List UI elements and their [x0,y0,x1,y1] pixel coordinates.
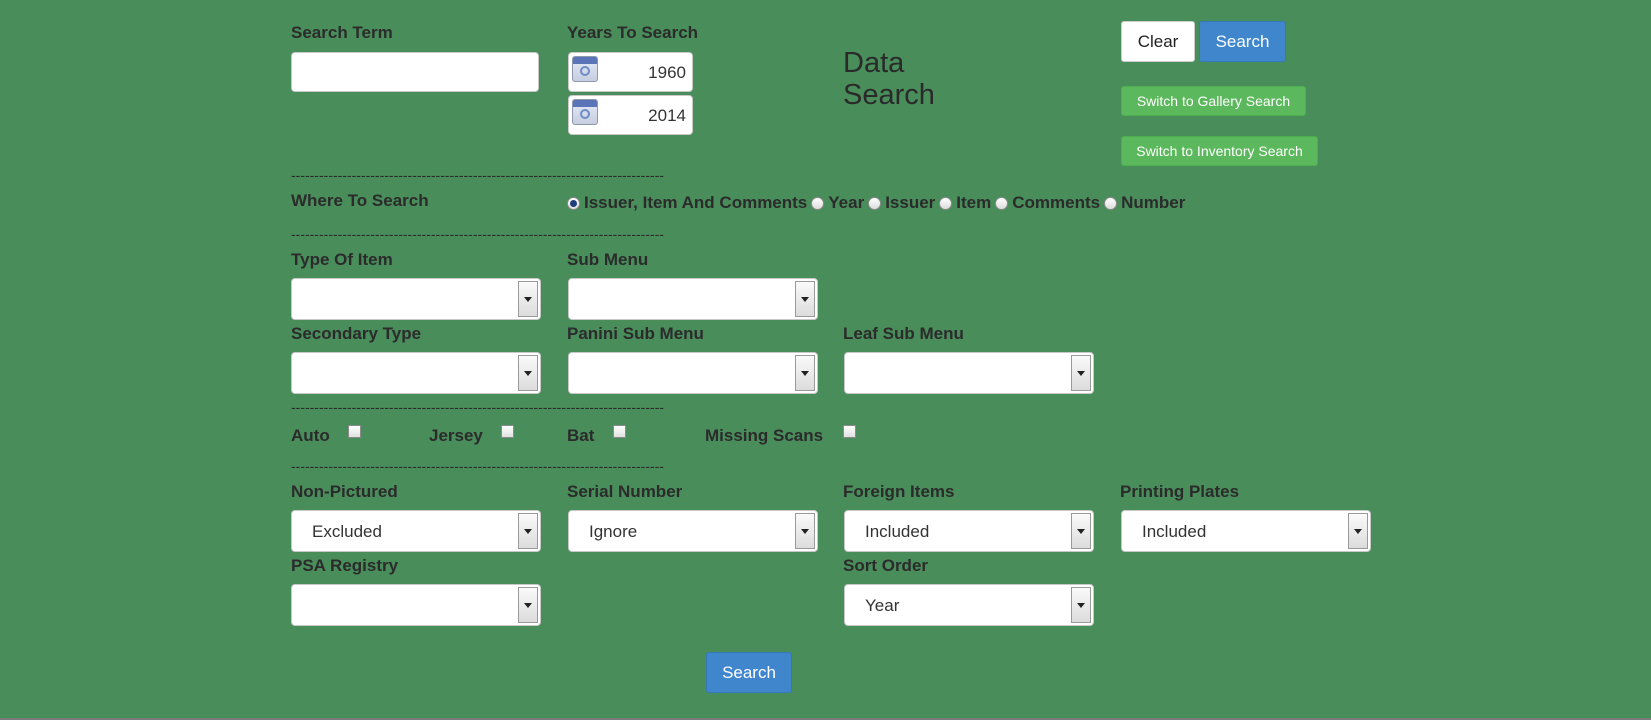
search-button-bottom[interactable]: Search [706,652,792,693]
bat-checkbox[interactable] [613,425,626,438]
gallery-search-button[interactable]: Switch to Gallery Search [1121,86,1306,116]
printing-plates-select[interactable]: Included [1121,510,1371,552]
chevron-down-icon[interactable] [795,281,815,317]
radio-button[interactable] [868,196,882,210]
jersey-label: Jersey [429,426,483,445]
chevron-down-icon[interactable] [1348,513,1368,549]
radio-button[interactable] [811,196,825,210]
serial-number-select[interactable]: Ignore [568,510,818,552]
search-term-label: Search Term [291,23,393,42]
inventory-search-button[interactable]: Switch to Inventory Search [1121,136,1318,166]
page-title-line1: Data [843,47,905,79]
psa-registry-label: PSA Registry [291,556,399,575]
sort-order-label: Sort Order [843,556,929,575]
year-from-value: 1960 [648,63,686,82]
chevron-down-icon[interactable] [518,513,538,549]
chevron-down-icon[interactable] [518,587,538,623]
non-pictured-label: Non-Pictured [291,482,398,501]
separator: ----------------------------------------… [291,401,664,413]
search-term-input[interactable] [291,52,539,92]
chevron-down-icon[interactable] [1071,513,1091,549]
foreign-items-label: Foreign Items [843,482,955,501]
foreign-items-select[interactable]: Included [844,510,1094,552]
chevron-down-icon[interactable] [518,281,538,317]
years-label: Years To Search [567,23,699,42]
separator: ----------------------------------------… [291,460,664,472]
page-title: Data Search [843,47,935,111]
separator: ----------------------------------------… [291,228,664,240]
sort-order-select[interactable]: Year [844,584,1094,626]
radio-option-issuer[interactable]: Issuer [868,193,935,213]
where-to-search-label: Where To Search [291,191,429,210]
jersey-checkbox[interactable] [501,425,514,438]
bat-label: Bat [567,426,595,445]
radio-button[interactable] [995,196,1009,210]
sub-menu-select[interactable] [568,278,818,320]
radio-button[interactable] [939,196,953,210]
non-pictured-select[interactable]: Excluded [291,510,541,552]
where-to-search-options: Issuer, Item And Comments Year Issuer It… [567,193,1189,213]
chevron-down-icon[interactable] [518,355,538,391]
radio-option-number[interactable]: Number [1104,193,1185,213]
sub-menu-label: Sub Menu [567,250,649,269]
missing-scans-checkbox[interactable] [843,425,856,438]
panini-sub-menu-select[interactable] [568,352,818,394]
chevron-down-icon[interactable] [795,513,815,549]
separator: ----------------------------------------… [291,169,664,181]
chevron-down-icon[interactable] [795,355,815,391]
secondary-type-label: Secondary Type [291,324,422,343]
leaf-sub-menu-select[interactable] [844,352,1094,394]
chevron-down-icon[interactable] [1071,355,1091,391]
leaf-sub-menu-label: Leaf Sub Menu [843,324,964,343]
type-of-item-label: Type Of Item [291,250,393,269]
auto-label: Auto [291,426,330,445]
radio-option-issuer-item-comments[interactable]: Issuer, Item And Comments [567,193,807,213]
printing-plates-label: Printing Plates [1120,482,1240,501]
year-from-field[interactable]: 1960 [568,52,693,92]
secondary-type-select[interactable] [291,352,541,394]
year-to-value: 2014 [648,106,686,125]
radio-option-year[interactable]: Year [811,193,864,213]
missing-scans-label: Missing Scans [705,426,824,445]
calendar-icon[interactable] [572,56,598,82]
serial-number-label: Serial Number [567,482,683,501]
clear-button[interactable]: Clear [1121,21,1195,62]
page-title-line2: Search [843,79,935,111]
search-button-top[interactable]: Search [1199,21,1286,62]
chevron-down-icon[interactable] [1071,587,1091,623]
calendar-icon[interactable] [572,99,598,125]
auto-checkbox[interactable] [348,425,361,438]
type-of-item-select[interactable] [291,278,541,320]
psa-registry-select[interactable] [291,584,541,626]
year-to-field[interactable]: 2014 [568,95,693,135]
radio-button[interactable] [567,196,580,210]
radio-option-comments[interactable]: Comments [995,193,1100,213]
radio-button[interactable] [1104,196,1118,210]
radio-option-item[interactable]: Item [939,193,991,213]
panini-sub-menu-label: Panini Sub Menu [567,324,704,343]
